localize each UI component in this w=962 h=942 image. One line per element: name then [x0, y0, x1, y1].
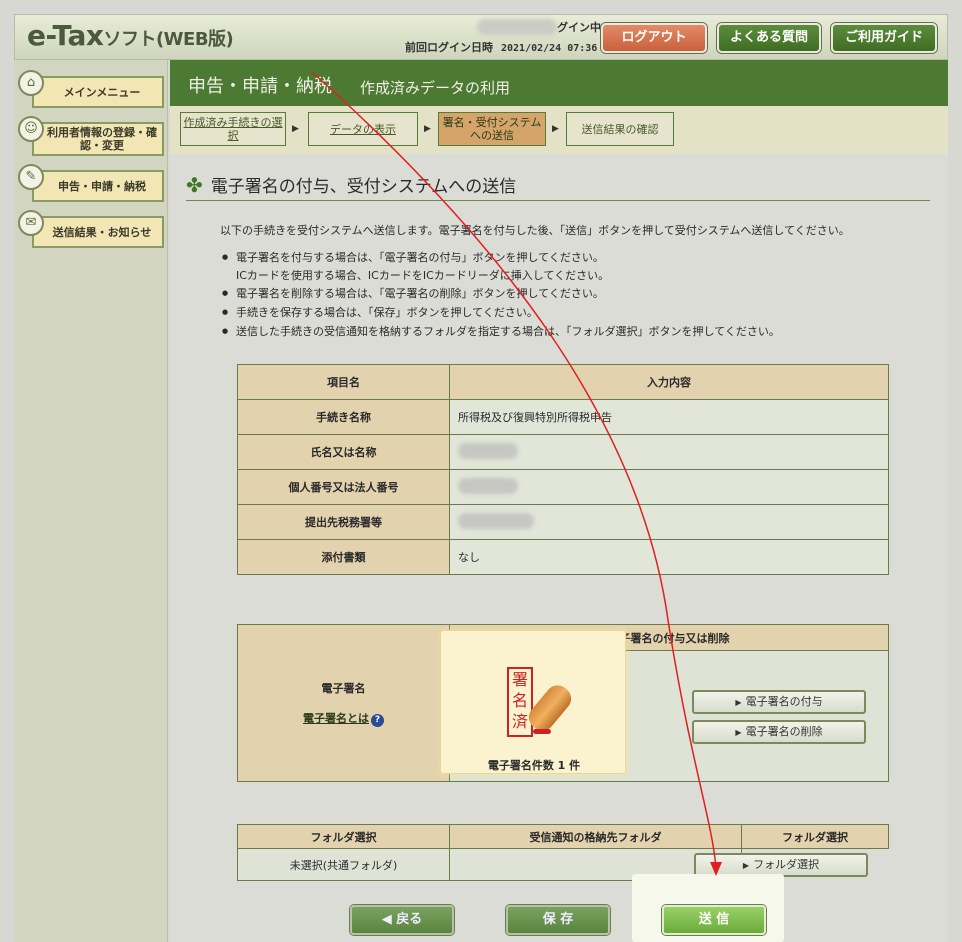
sidebar-item-user-info[interactable]: ☺ 利用者情報の登録・確認・変更	[18, 116, 164, 156]
divider	[186, 200, 930, 201]
last-login-label: 前回ログイン日時	[405, 41, 493, 54]
column-header-value: 入力内容	[449, 364, 889, 400]
add-signature-label: 電子署名の付与	[745, 695, 823, 708]
etax-logo[interactable]: e-Taxソフト(WEB版)	[27, 19, 234, 52]
play-icon: ▶	[735, 698, 742, 707]
mail-icon: ✉	[18, 210, 44, 236]
play-icon: ▶	[735, 728, 742, 737]
logo-main-text: e-Tax	[27, 19, 104, 52]
user-icon: ☺	[18, 116, 44, 142]
help-icon[interactable]: ?	[371, 713, 384, 727]
redacted-value	[458, 442, 518, 459]
row-label: 氏名又は名称	[237, 434, 450, 470]
sidebar-item-label: 利用者情報の登録・確認・変更	[32, 122, 164, 156]
login-status-text: グイン中	[557, 21, 601, 34]
column-header-folder: 受信通知の格納先フォルダ	[449, 824, 742, 849]
back-button[interactable]: ◀ 戻る	[350, 905, 454, 935]
column-header-item: 項目名	[237, 364, 450, 400]
delete-signature-label: 電子署名の削除	[745, 725, 823, 738]
what-is-signature-link[interactable]: 電子署名とは	[303, 710, 369, 726]
main-content: 申告・申請・納税 作成済みデータの利用 作成済み手続きの選択 ▶ データの表示 …	[170, 60, 948, 942]
back-arrow-icon: ◀	[381, 912, 397, 927]
intro-text: 以下の手続きを受付システムへ送信します。電子署名を付与した後、「送信」ボタンを押…	[220, 224, 850, 237]
step-arrow-icon: ▶	[424, 124, 431, 134]
add-signature-button[interactable]: ▶ 電子署名の付与	[692, 690, 866, 714]
table-row: 個人番号又は法人番号	[237, 469, 889, 505]
list-item-text: 電子署名を付与する場合は、「電子署名の付与」ボタンを押してください。	[236, 251, 604, 264]
sidebar-item-main-menu[interactable]: ⌂ メインメニュー	[18, 70, 164, 108]
save-button[interactable]: 保 存	[506, 905, 610, 935]
list-item: 送信した手続きの受信通知を格納するフォルダを指定する場合は、「フォルダ選択」ボタ…	[222, 322, 780, 341]
page-title: 申告・申請・納税	[188, 76, 332, 97]
row-label: 手続き名称	[237, 399, 450, 435]
sidebar-item-results[interactable]: ✉ 送信結果・お知らせ	[18, 210, 164, 248]
row-value-redacted	[449, 469, 889, 505]
home-icon: ⌂	[18, 70, 44, 96]
sidebar-item-label: 申告・申請・納税	[32, 170, 164, 202]
signature-label: 電子署名	[321, 681, 366, 695]
section-title: ✤ 電子署名の付与、受付システムへの送信	[186, 172, 516, 197]
instruction-list: 電子署名を付与する場合は、「電子署名の付与」ボタンを押してください。 ICカードを…	[222, 248, 780, 341]
site-header: e-Taxソフト(WEB版) グイン中 前回ログイン日時 2021/02/24 0…	[14, 14, 948, 60]
back-label: 戻る	[396, 912, 423, 927]
folder-value: 未選択(共通フォルダ)	[237, 848, 450, 881]
step-display-data[interactable]: データの表示	[308, 112, 418, 146]
signed-stamp: 署名済	[507, 667, 533, 737]
row-value-redacted	[449, 434, 889, 470]
table-row: 手続き名称 所得税及び復興特別所得税申告	[237, 399, 889, 435]
step-arrow-icon: ▶	[552, 124, 559, 134]
list-item-subtext: ICカードを使用する場合、ICカードをICカードリーダに挿入してください。	[236, 269, 610, 282]
step-arrow-icon: ▶	[292, 124, 299, 134]
signature-status-panel: 署名済 電子署名件数 1 件	[440, 630, 626, 774]
faq-button[interactable]: よくある質問	[717, 23, 821, 53]
row-label: 提出先税務署等	[237, 504, 450, 540]
folder-row-label: フォルダ選択	[237, 824, 450, 849]
step-confirm-result: 送信結果の確認	[566, 112, 674, 146]
row-label: 個人番号又は法人番号	[237, 469, 450, 505]
redacted-username	[477, 19, 557, 35]
row-value: なし	[449, 539, 889, 575]
signature-link-text: 電子署名とは	[303, 711, 369, 725]
document-icon: ✎	[18, 164, 44, 190]
last-login: 前回ログイン日時 2021/02/24 07:36	[405, 39, 597, 55]
redacted-value	[458, 477, 518, 494]
login-status: グイン中	[477, 19, 601, 37]
page-subtitle: 作成済みデータの利用	[360, 79, 511, 97]
play-icon: ▶	[742, 861, 750, 870]
procedure-info-table: 項目名 入力内容 手続き名称 所得税及び復興特別所得税申告 氏名又は名称 個人番…	[237, 364, 889, 575]
last-login-value: 2021/02/24 07:36	[501, 43, 598, 54]
section-title-text: 電子署名の付与、受付システムへの送信	[210, 177, 517, 197]
table-row: 提出先税務署等	[237, 504, 889, 540]
sidebar-item-label: 送信結果・お知らせ	[32, 216, 164, 248]
step-progress: 作成済み手続きの選択 ▶ データの表示 ▶ 署名・受付システムへの送信 ▶ 送信…	[170, 106, 948, 154]
seal-ink-icon	[533, 729, 551, 734]
logout-button[interactable]: ログアウト	[601, 23, 707, 53]
step-select-procedure[interactable]: 作成済み手続きの選択	[180, 112, 286, 146]
list-item: 電子署名を削除する場合は、「電子署名の削除」ボタンを押してください。	[222, 284, 780, 303]
column-header-select: フォルダ選択	[740, 824, 890, 849]
step-sign-send: 署名・受付システムへの送信	[438, 112, 546, 146]
table-row: 添付書類 なし	[237, 539, 889, 575]
list-item: 手続きを保存する場合は、「保存」ボタンを押してください。	[222, 303, 780, 322]
send-button[interactable]: 送 信	[662, 905, 766, 935]
sidebar: ⌂ メインメニュー ☺ 利用者情報の登録・確認・変更 ✎ 申告・申請・納税 ✉ …	[14, 60, 168, 942]
redacted-value	[458, 512, 534, 529]
row-label: 添付書類	[237, 539, 450, 575]
sidebar-item-declaration[interactable]: ✎ 申告・申請・納税	[18, 164, 164, 202]
clover-icon: ✤	[186, 173, 203, 197]
row-value-redacted	[449, 504, 889, 540]
row-value: 所得税及び復興特別所得税申告	[449, 399, 889, 435]
delete-signature-button[interactable]: ▶ 電子署名の削除	[692, 720, 866, 744]
signature-row-label: 電子署名 電子署名とは?	[237, 624, 450, 782]
title-bar: 申告・申請・納税 作成済みデータの利用	[170, 60, 948, 106]
guide-button[interactable]: ご利用ガイド	[831, 23, 937, 53]
table-row: 氏名又は名称	[237, 434, 889, 470]
logo-sub-text: ソフト(WEB版)	[103, 29, 234, 50]
sidebar-item-label: メインメニュー	[32, 76, 164, 108]
folder-select-label: フォルダ選択	[753, 858, 820, 871]
signature-count: 電子署名件数 1 件	[487, 759, 581, 772]
list-item: 電子署名を付与する場合は、「電子署名の付与」ボタンを押してください。 ICカードを…	[222, 248, 780, 284]
